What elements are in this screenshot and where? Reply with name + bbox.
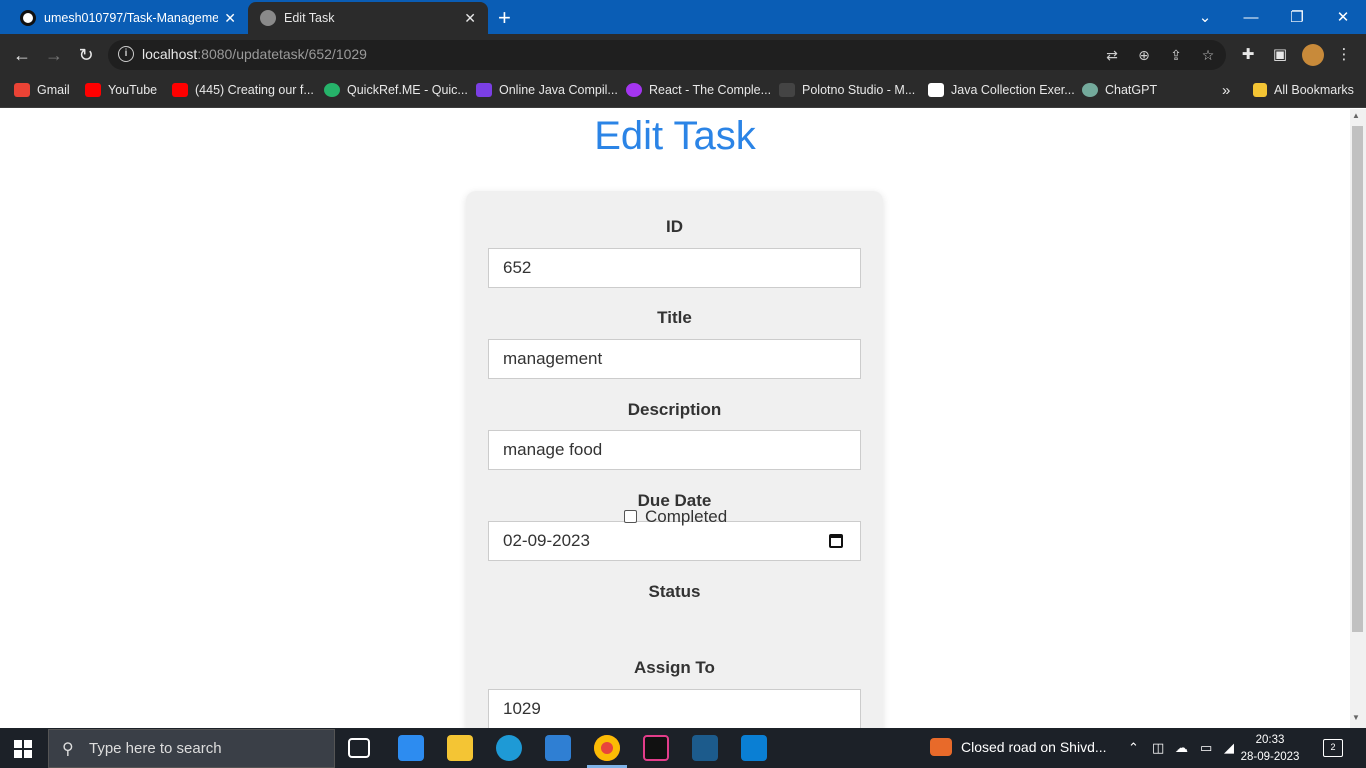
translate-icon[interactable]: ⇄ (1102, 45, 1122, 65)
wifi-icon[interactable]: ◢ (1224, 740, 1234, 756)
assign-to-field[interactable]: 1029 (488, 689, 861, 728)
notification-center-icon[interactable]: 2 (1323, 739, 1343, 757)
github-icon (20, 10, 36, 26)
due-date-field[interactable]: 02-09-2023 (488, 521, 861, 561)
scroll-up-icon[interactable]: ▲ (1352, 111, 1360, 120)
file-explorer-icon[interactable] (447, 735, 473, 761)
side-panel-icon[interactable]: ▣ (1270, 45, 1290, 65)
extensions-icon[interactable]: ✚ (1238, 45, 1258, 65)
clock-time: 20:33 (1255, 734, 1285, 746)
all-bookmarks[interactable]: All Bookmarks (1253, 81, 1354, 99)
battery-icon[interactable]: ▭ (1200, 740, 1212, 756)
bookmark-java-collection[interactable]: Java Collection Exer... (928, 81, 1075, 99)
road-alert-icon (930, 738, 952, 756)
url-text[interactable]: localhost:8080/updatetask/652/1029 (142, 46, 367, 62)
windows-start-icon[interactable] (14, 740, 32, 758)
completed-label[interactable]: Completed (645, 507, 727, 527)
page-viewport: Edit Task ID 652 Title management Descri… (0, 109, 1350, 728)
onedrive-icon[interactable]: ☁ (1175, 740, 1188, 756)
w3r-icon (928, 83, 944, 97)
news-widget[interactable]: Closed road on Shivd... (930, 738, 1107, 756)
status-label: Status (648, 582, 701, 601)
outlook-icon[interactable] (741, 735, 767, 761)
forward-icon[interactable]: → (42, 43, 66, 67)
new-tab-button[interactable]: + (498, 5, 511, 31)
taskbar-clock[interactable]: 20:33 28-09-2023 (1240, 732, 1300, 766)
mail-icon[interactable] (545, 735, 571, 761)
chrome-icon[interactable] (594, 735, 620, 761)
close-tab-icon[interactable]: ✕ (224, 10, 236, 27)
task-view-icon[interactable] (348, 738, 370, 758)
tab-title: umesh010797/Task-Managemen (44, 11, 219, 25)
globe-icon (260, 10, 276, 26)
polotno-icon (779, 83, 795, 97)
tab-search-icon[interactable]: ⌄ (1182, 0, 1228, 34)
youtube-icon (85, 83, 101, 97)
bookmark-polotno[interactable]: Polotno Studio - M... (779, 81, 915, 99)
profile-avatar[interactable] (1302, 44, 1324, 66)
id-field[interactable]: 652 (488, 248, 861, 288)
bookmark-quickref[interactable]: QuickRef.ME - Quic... (324, 81, 468, 99)
tab-edit-task[interactable]: Edit Task ✕ (248, 2, 488, 34)
folder-icon (1253, 83, 1267, 97)
clock-date: 28-09-2023 (1240, 751, 1300, 763)
intellij-icon[interactable] (643, 735, 669, 761)
site-info-icon[interactable]: i (118, 46, 134, 62)
gmail-icon (14, 83, 30, 97)
calendar-icon[interactable] (829, 534, 843, 548)
share-icon[interactable]: ⇪ (1166, 45, 1186, 65)
search-placeholder: Type here to search (89, 740, 222, 757)
reload-icon[interactable]: ↻ (74, 43, 98, 67)
bookmark-gmail[interactable]: Gmail (14, 81, 70, 99)
bookmark-react[interactable]: React - The Comple... (626, 81, 771, 99)
bookmark-chatgpt[interactable]: ChatGPT (1082, 81, 1157, 99)
scroll-down-icon[interactable]: ▼ (1352, 713, 1360, 722)
bookmark-star-icon[interactable]: ☆ (1198, 45, 1218, 65)
mysql-workbench-icon[interactable] (692, 735, 718, 761)
restore-button[interactable]: ❐ (1274, 0, 1320, 34)
description-label: Description (627, 400, 722, 419)
quickref-icon (324, 83, 340, 97)
tab-github[interactable]: umesh010797/Task-Managemen ✕ (8, 2, 248, 34)
lightning-icon (476, 83, 492, 97)
bookmarks-overflow-icon[interactable]: » (1222, 81, 1230, 99)
menu-kebab-icon[interactable]: ⋮ (1334, 45, 1354, 65)
id-label: ID (666, 217, 683, 236)
taskbar-search[interactable]: Type here to search (48, 729, 335, 768)
zoom-icon[interactable]: ⊕ (1134, 45, 1154, 65)
bookmark-youtube[interactable]: YouTube (85, 81, 157, 99)
udemy-icon (626, 83, 642, 97)
assign-to-label: Assign To (634, 658, 715, 677)
minimize-button[interactable]: — (1228, 0, 1274, 34)
close-window-button[interactable]: ✕ (1320, 0, 1366, 34)
store-icon[interactable] (398, 735, 424, 761)
edge-icon[interactable] (496, 735, 522, 761)
tray-overflow-icon[interactable]: ⌃ (1128, 740, 1139, 756)
completed-checkbox[interactable] (624, 510, 637, 523)
scrollbar-thumb[interactable] (1352, 126, 1363, 632)
meet-icon[interactable]: ◫ (1152, 740, 1164, 756)
youtube-icon (172, 83, 188, 97)
bookmark-java-compiler[interactable]: Online Java Compil... (476, 81, 618, 99)
chatgpt-icon (1082, 83, 1098, 97)
tab-title: Edit Task (284, 11, 335, 25)
page-title: Edit Task (594, 114, 756, 158)
close-tab-icon[interactable]: ✕ (464, 10, 476, 27)
title-field[interactable]: management (488, 339, 861, 379)
back-icon[interactable]: ← (10, 43, 34, 67)
bookmark-creating[interactable]: (445) Creating our f... (172, 81, 314, 99)
search-icon: ⚲ (62, 741, 74, 758)
title-label: Title (657, 308, 692, 327)
description-field[interactable]: manage food (488, 430, 861, 470)
